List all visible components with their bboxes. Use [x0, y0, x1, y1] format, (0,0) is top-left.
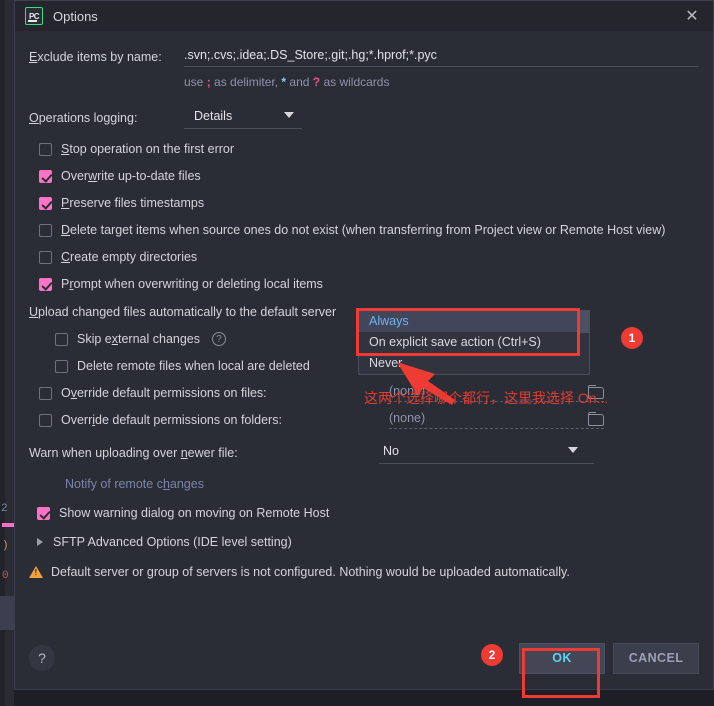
exclude-items-hint: use ; as delimiter, * and ? as wildcards: [184, 75, 699, 89]
warn-newer-file-row: Warn when uploading over newer file: No: [29, 444, 699, 464]
hint-text-2: as delimiter,: [210, 75, 282, 89]
editor-line-number: 2: [1, 503, 8, 515]
dialog-footer: ? OK CANCEL: [15, 627, 713, 689]
upload-changed-files-label: Upload changed files automatically to th…: [29, 305, 337, 319]
checkbox-row-prompt-overwrite[interactable]: Prompt when overwriting or deleting loca…: [39, 277, 699, 291]
close-icon[interactable]: ✕: [677, 3, 707, 29]
dropdown-option-on-explicit-save[interactable]: On explicit save action (Ctrl+S): [359, 332, 589, 353]
dropdown-scrollbar-thumb[interactable]: [580, 311, 589, 333]
notify-remote-changes-link[interactable]: Notify of remote changes: [65, 477, 699, 491]
checkbox-label-preserve-timestamps: Preserve files timestamps: [61, 196, 205, 210]
cancel-button[interactable]: CANCEL: [613, 642, 699, 674]
checkbox-row-create-empty-dirs[interactable]: Create empty directories: [39, 250, 699, 264]
checkbox-override-permissions-folders[interactable]: [39, 413, 52, 427]
checkbox-row-delete-target[interactable]: Delete target items when source ones do …: [39, 223, 699, 237]
ok-button[interactable]: OK: [519, 642, 605, 674]
screen: 2 ) 0 PC Options ✕ Exclude items by name…: [0, 0, 714, 706]
checkbox-label-overwrite: Overwrite up-to-date files: [61, 169, 201, 183]
hint-text-4: as wildcards: [320, 75, 390, 89]
checkbox-label-skip-external: Skip external changes: [77, 332, 201, 346]
warn-newer-file-value: No: [383, 444, 399, 458]
permissions-folders-value: (none): [389, 411, 426, 425]
alert-row: Default server or group of servers is no…: [29, 565, 699, 579]
upload-mode-dropdown[interactable]: Always On explicit save action (Ctrl+S) …: [358, 310, 590, 375]
operations-logging-select[interactable]: Details: [184, 107, 302, 129]
help-icon[interactable]: ?: [212, 332, 227, 346]
exclude-items-label: Exclude items by name:: [29, 50, 162, 64]
dialog-titlebar: PC Options ✕: [15, 1, 713, 31]
checkbox-label-delete-target: Delete target items when source ones do …: [61, 223, 666, 237]
dialog-title: Options: [53, 8, 98, 24]
checkbox-delete-remote-files[interactable]: [55, 359, 68, 373]
annotation-badge-2: 2: [481, 644, 503, 666]
checkbox-label-stop-on-error: Stop operation on the first error: [61, 142, 235, 156]
dropdown-option-always[interactable]: Always: [359, 311, 589, 332]
sftp-advanced-options-row[interactable]: SFTP Advanced Options (IDE level setting…: [37, 535, 699, 549]
chevron-down-icon: [568, 447, 578, 453]
permissions-folders-field[interactable]: (none): [389, 411, 604, 429]
hint-text-3: and: [286, 75, 313, 89]
checkbox-row-overwrite[interactable]: Overwrite up-to-date files: [39, 169, 699, 183]
checkbox-override-permissions-files[interactable]: [39, 386, 52, 400]
checkbox-label-delete-remote: Delete remote files when local are delet…: [77, 359, 310, 373]
permissions-folders-row: Override default permissions on folders:…: [39, 411, 699, 429]
checkbox-preserve-timestamps[interactable]: [39, 196, 52, 210]
footer-buttons: OK CANCEL: [519, 642, 699, 674]
dropdown-scrollbar[interactable]: [580, 311, 589, 374]
help-button[interactable]: ?: [29, 645, 55, 671]
sftp-advanced-options-label: SFTP Advanced Options (IDE level setting…: [53, 535, 292, 549]
checkbox-row-preserve-timestamps[interactable]: Preserve files timestamps: [39, 196, 699, 210]
folder-browse-icon[interactable]: [588, 411, 604, 426]
exclude-items-input[interactable]: .svn;.cvs;.idea;.DS_Store;.git;.hg;*.hpr…: [184, 48, 699, 67]
checkbox-overwrite-uptodate[interactable]: [39, 169, 52, 183]
checkbox-row-stop-on-error[interactable]: Stop operation on the first error: [39, 142, 699, 156]
editor-highlight-bar: [2, 523, 14, 527]
warn-newer-file-select[interactable]: No: [379, 442, 594, 464]
exclude-items-row: Exclude items by name: .svn;.cvs;.idea;.…: [29, 48, 699, 89]
operations-logging-value: Details: [194, 109, 233, 123]
chevron-right-icon: [37, 538, 43, 546]
hint-question-char: ?: [312, 75, 321, 89]
checkbox-label-show-warning-dialog: Show warning dialog on moving on Remote …: [59, 506, 330, 520]
editor-token-paren: ): [2, 540, 9, 552]
operations-logging-row: Operations logging: Details: [29, 107, 699, 129]
checkbox-label-override-folders: Override default permissions on folders:: [61, 413, 282, 427]
background-editor-strip: 2 ) 0: [0, 0, 14, 706]
checkbox-row-show-warning-dialog[interactable]: Show warning dialog on moving on Remote …: [37, 506, 699, 520]
checkbox-prompt-when-overwriting[interactable]: [39, 277, 52, 291]
pycharm-pc-icon: PC: [25, 7, 43, 25]
checkbox-stop-on-error[interactable]: [39, 142, 52, 156]
dropdown-option-never[interactable]: Never: [359, 353, 589, 374]
checkbox-skip-external-changes[interactable]: [55, 332, 68, 346]
warn-newer-file-label: Warn when uploading over newer file:: [29, 446, 238, 460]
chevron-down-icon: [284, 112, 294, 118]
checkbox-show-warning-dialog[interactable]: [37, 506, 50, 520]
checkbox-label-create-empty-dirs: Create empty directories: [61, 250, 198, 264]
checkbox-label-override-files: Override default permissions on files:: [61, 386, 267, 400]
annotation-badge-1: 1: [621, 327, 643, 349]
annotation-note: 这两个选择哪个都行，这里我选择 On...: [364, 390, 609, 406]
checkbox-label-prompt-overwrite: Prompt when overwriting or deleting loca…: [61, 277, 323, 291]
hint-text-1: use: [184, 75, 207, 89]
operations-logging-label: Operations logging:: [29, 111, 138, 125]
warning-triangle-icon: [29, 566, 43, 578]
editor-selected-line: [0, 596, 14, 630]
checkbox-delete-target-items[interactable]: [39, 223, 52, 237]
editor-token-zero: 0: [2, 570, 9, 582]
checkbox-create-empty-directories[interactable]: [39, 250, 52, 264]
alert-message: Default server or group of servers is no…: [51, 565, 570, 579]
